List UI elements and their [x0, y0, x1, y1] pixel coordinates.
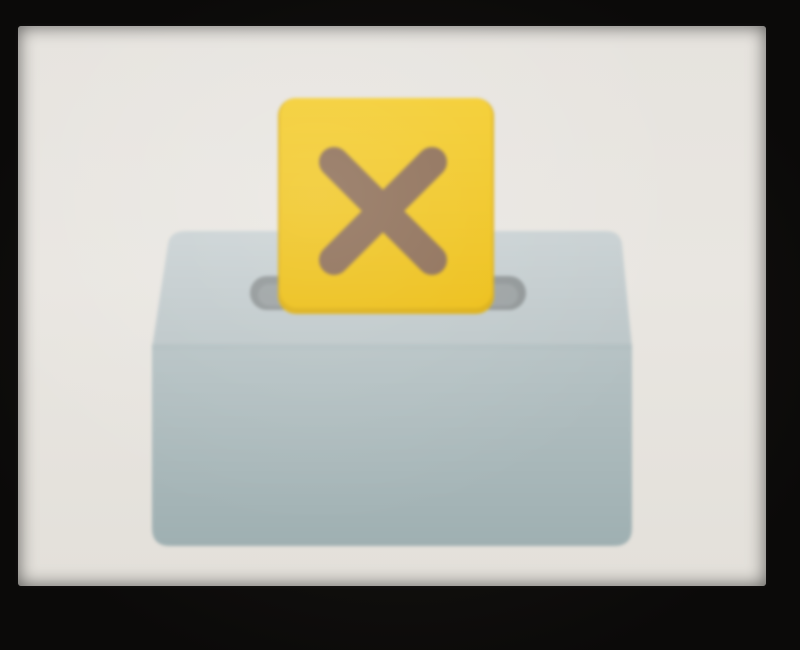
- ballot-box-front: [152, 346, 632, 546]
- ballot-box-with-ballot-icon: [152, 98, 632, 546]
- ballot-paper: [278, 98, 494, 314]
- display-screen: [18, 26, 766, 586]
